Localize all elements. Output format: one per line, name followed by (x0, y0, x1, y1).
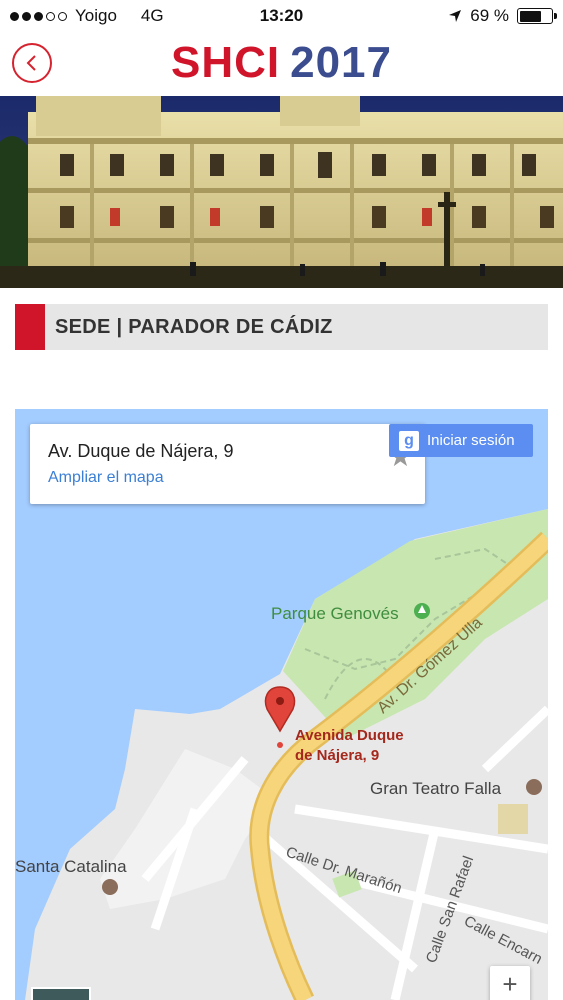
app-logo: SHCI 2017 (0, 38, 563, 88)
map-address: Av. Duque de Nájera, 9 (48, 441, 234, 461)
enlarge-map-link[interactable]: Ampliar el mapa (48, 469, 164, 487)
venue-photo (0, 96, 563, 288)
battery-fill (519, 10, 541, 22)
location-arrow-icon (449, 10, 462, 22)
map-label-park: Parque Genovés (271, 604, 399, 623)
map-type-thumbnail[interactable] (31, 987, 91, 1000)
signin-label: Iniciar sesión (427, 432, 515, 449)
signin-button[interactable]: g Iniciar sesión (389, 424, 533, 457)
google-icon: g (399, 430, 419, 451)
zoom-in-button[interactable]: + (490, 966, 530, 1000)
map-pin-label-line2: de Nájera, 9 (295, 747, 379, 764)
section-title: SEDE | PARADOR DE CÁDIZ (55, 316, 333, 338)
brand-primary: SHCI (170, 38, 281, 87)
map-pin-label-line1: Avenida Duque (295, 727, 404, 744)
map-embed[interactable]: Parque Genovés Av. Dr. Gómez Ulla Avenid… (15, 409, 548, 1000)
status-bar: Yoigo 4G 13:20 69 % (0, 0, 563, 32)
section-header: SEDE | PARADOR DE CÁDIZ (15, 304, 548, 350)
building-illustration (0, 96, 563, 288)
section-accent-bar (15, 304, 45, 350)
brand-secondary: 2017 (290, 38, 392, 87)
battery-icon (517, 8, 557, 24)
map-label-theatre: Gran Teatro Falla (370, 779, 502, 798)
app-header: SHCI 2017 (0, 32, 563, 96)
map-label-santa-catalina: Santa Catalina (15, 857, 127, 876)
theatre-marker-icon (526, 779, 542, 795)
battery-percent: 69 % (470, 6, 509, 25)
status-right: 69 % (448, 6, 557, 26)
map-info-card: Av. Duque de Nájera, 9 Ampliar el mapa ★ (30, 424, 425, 504)
landmark-marker-icon (102, 879, 118, 895)
